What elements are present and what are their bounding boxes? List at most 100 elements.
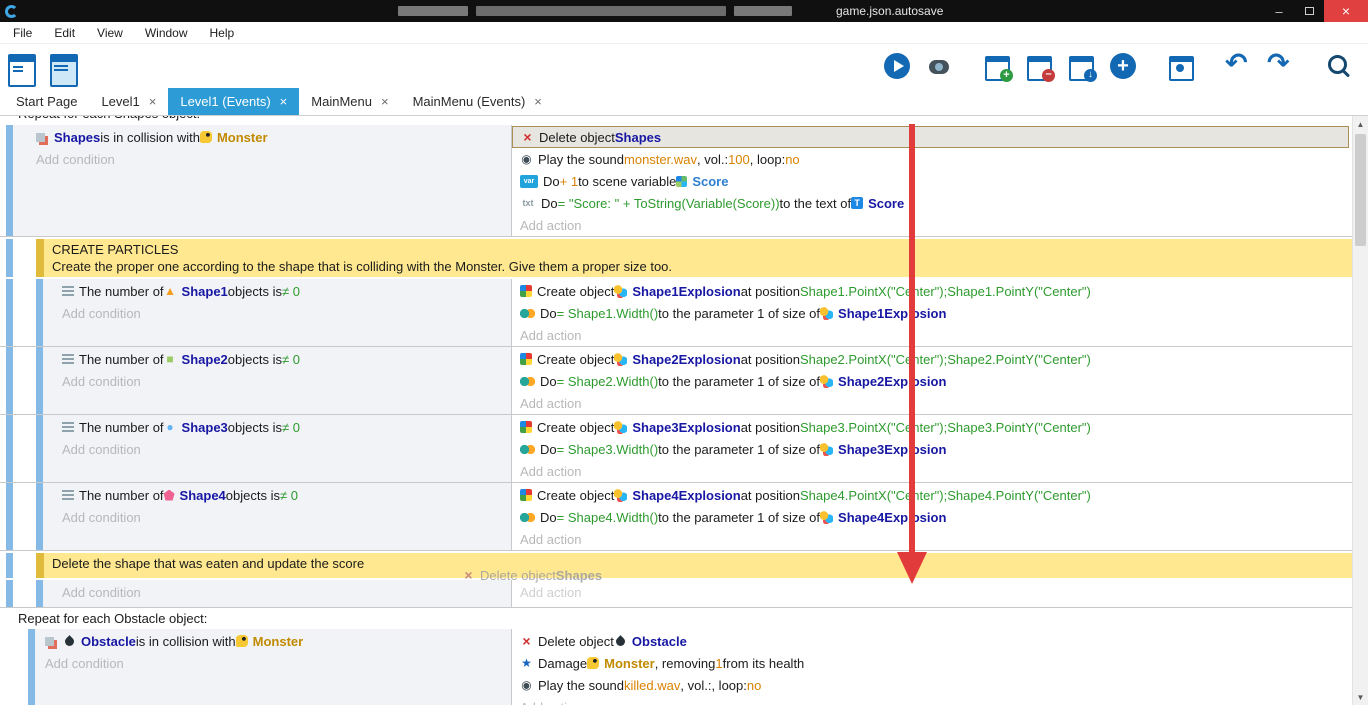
create-icon	[520, 353, 532, 365]
action-line[interactable]: ×Delete object Obstacle	[512, 630, 1352, 652]
add-condition-link[interactable]: Add condition	[62, 581, 511, 603]
event-depth-bar	[6, 125, 13, 236]
condition-line[interactable]: Obstacle is in collision with Monster	[45, 630, 511, 652]
tab-start-page[interactable]: Start Page	[4, 88, 89, 115]
actions-column: Create object Shape2Explosion at positio…	[512, 347, 1352, 414]
add-action-link[interactable]: Add action	[512, 581, 1352, 603]
add-condition-link[interactable]: Add condition	[45, 652, 511, 674]
open-scene-editor-button[interactable]	[6, 51, 36, 81]
add-action-link[interactable]: Add action	[512, 528, 1352, 550]
selected-action-line[interactable]: ×Delete object Shapes	[512, 126, 1349, 148]
add-condition-link[interactable]: Add condition	[62, 438, 511, 460]
repeat-event-row[interactable]: Repeat for each Obstacle object:	[0, 608, 1352, 629]
menu-window[interactable]: Window	[134, 22, 199, 44]
comment-event-row[interactable]: CREATE PARTICLESCreate the proper one ac…	[0, 239, 1352, 277]
event-row: Add conditionAdd action	[0, 580, 1352, 608]
events-sheet: Repeat for each Shapes object: Shapes is …	[0, 116, 1368, 705]
action-line[interactable]: Create object Shape4Explosion at positio…	[512, 484, 1352, 506]
menu-file[interactable]: File	[2, 22, 43, 44]
scrollbar-thumb[interactable]	[1355, 134, 1366, 246]
action-line[interactable]: Create object Shape3Explosion at positio…	[512, 416, 1352, 438]
tab-close-icon[interactable]: ×	[534, 94, 542, 109]
tab-close-icon[interactable]: ×	[280, 94, 288, 109]
condition-line[interactable]: The number of ■Shape2 objects is ≠ 0	[62, 348, 511, 370]
event-row: The number of ▲Shape1 objects is ≠ 0Add …	[0, 279, 1352, 347]
redo-button[interactable]	[1266, 51, 1296, 81]
actions-column: Create object Shape4Explosion at positio…	[512, 483, 1352, 550]
scroll-down-arrow[interactable]: ▼	[1353, 689, 1368, 705]
comment-line: CREATE PARTICLES	[52, 241, 1344, 258]
add-action-link[interactable]: Add action	[512, 324, 1352, 346]
particle-icon	[614, 353, 627, 366]
tab-mainmenu[interactable]: MainMenu ×	[299, 88, 400, 115]
event-depth-bar	[6, 415, 13, 482]
tab-label: MainMenu	[311, 94, 372, 109]
edit-event-button[interactable]	[1066, 51, 1096, 81]
obscured-title-path	[398, 6, 792, 16]
action-line[interactable]: ★Damage Monster, removing 1 from its hea…	[512, 652, 1352, 674]
tab-level1-events-[interactable]: Level1 (Events)×	[168, 88, 299, 115]
condition-line[interactable]: The number of Shape4 objects is ≠ 0	[62, 484, 511, 506]
vertical-scrollbar[interactable]: ▲ ▼	[1352, 116, 1368, 705]
obscured-text-block	[734, 6, 792, 16]
close-button[interactable]: ×	[1324, 0, 1368, 22]
action-line[interactable]: Do = Shape3.Width() to the parameter 1 o…	[512, 438, 1352, 460]
event-depth-bar	[28, 629, 35, 705]
add-object-button[interactable]	[1108, 51, 1138, 81]
add-action-link[interactable]: Add action	[512, 392, 1352, 414]
search-button[interactable]	[1324, 51, 1354, 81]
particle-icon	[820, 511, 833, 524]
add-event-button[interactable]	[982, 51, 1012, 81]
clipped-event-text: Repeat for each Shapes object:	[18, 116, 200, 121]
open-events-editor-button[interactable]	[48, 51, 78, 81]
shape3-icon: ●	[164, 421, 177, 434]
window-titlebar: game.json.autosave – ×	[0, 0, 1368, 22]
minimize-button[interactable]: –	[1264, 0, 1294, 22]
action-line[interactable]: Do = Shape1.Width() to the parameter 1 o…	[512, 302, 1352, 324]
collision-icon	[45, 637, 54, 646]
action-line[interactable]: Do = Shape4.Width() to the parameter 1 o…	[512, 506, 1352, 528]
undo-button[interactable]	[1224, 51, 1254, 81]
particle-icon	[820, 307, 833, 320]
action-line[interactable]: Create object Shape1Explosion at positio…	[512, 280, 1352, 302]
tab-level1[interactable]: Level1 ×	[89, 88, 168, 115]
tab-label: Level1	[101, 94, 139, 109]
add-action-link[interactable]: Add action	[512, 460, 1352, 482]
scroll-up-arrow[interactable]: ▲	[1353, 116, 1368, 132]
add-condition-link[interactable]: Add condition	[62, 370, 511, 392]
action-line[interactable]: ◉Play the sound killed.wav, vol.: , loop…	[512, 674, 1352, 696]
event-depth-bar	[6, 239, 13, 277]
conditions-column: The number of Shape4 objects is ≠ 0Add c…	[43, 483, 512, 550]
tab-close-icon[interactable]: ×	[381, 94, 389, 109]
dragged-action-ghost[interactable]: ×Delete object Shapes	[462, 568, 602, 583]
condition-line[interactable]: The number of ▲Shape1 objects is ≠ 0	[62, 280, 511, 302]
debug-button[interactable]	[924, 51, 954, 81]
add-action-link[interactable]: Add action	[512, 214, 1352, 236]
menu-help[interactable]: Help	[199, 22, 246, 44]
add-action-link[interactable]: Add action	[512, 696, 1352, 705]
tab-close-icon[interactable]: ×	[149, 94, 157, 109]
play-button[interactable]	[882, 51, 912, 81]
menu-edit[interactable]: Edit	[43, 22, 86, 44]
add-condition-link[interactable]: Add condition	[36, 148, 511, 170]
menu-view[interactable]: View	[86, 22, 134, 44]
conditions-column: The number of ●Shape3 objects is ≠ 0Add …	[43, 415, 512, 482]
event-depth-bar	[36, 580, 43, 607]
add-condition-link[interactable]: Add condition	[62, 302, 511, 324]
tab-mainmenu-events-[interactable]: MainMenu (Events)×	[401, 88, 554, 115]
action-line[interactable]: txtDo = "Score: " + ToString(Variable(Sc…	[512, 192, 1352, 214]
images-bank-button[interactable]	[1166, 51, 1196, 81]
remove-event-button[interactable]	[1024, 51, 1054, 81]
action-line[interactable]: Create object Shape2Explosion at positio…	[512, 348, 1352, 370]
action-line[interactable]: ◉Play the sound monster.wav, vol.: 100, …	[512, 148, 1352, 170]
textobj-icon: T	[851, 197, 863, 209]
condition-line[interactable]: The number of ●Shape3 objects is ≠ 0	[62, 416, 511, 438]
add-condition-link[interactable]: Add condition	[62, 506, 511, 528]
event-row: The number of ●Shape3 objects is ≠ 0Add …	[0, 415, 1352, 483]
comment-event-row[interactable]: Delete the shape that was eaten and upda…	[0, 553, 1352, 578]
maximize-button[interactable]	[1294, 0, 1324, 22]
condition-line[interactable]: Shapes is in collision with Monster	[36, 126, 511, 148]
repeat-event-text: Repeat for each Obstacle object:	[18, 611, 207, 626]
action-line[interactable]: Do = Shape2.Width() to the parameter 1 o…	[512, 370, 1352, 392]
action-line[interactable]: varDo + 1 to scene variable Score	[512, 170, 1352, 192]
